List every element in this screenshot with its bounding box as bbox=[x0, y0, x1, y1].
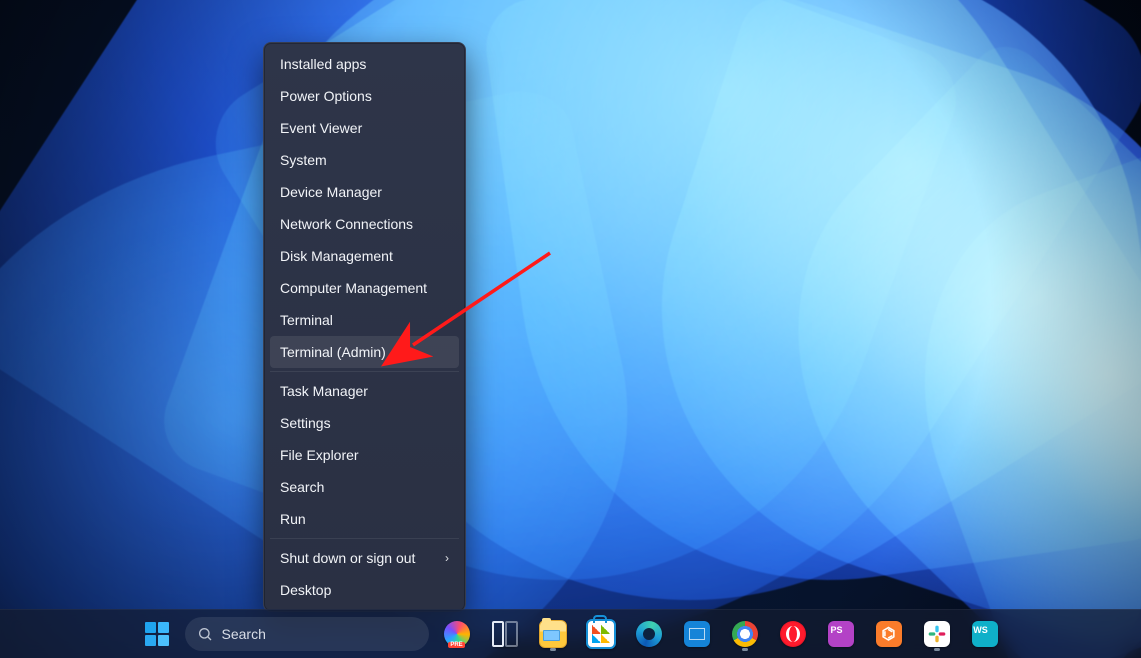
menu-item-label: Event Viewer bbox=[280, 120, 362, 136]
taskbar-opera[interactable] bbox=[773, 614, 813, 654]
taskbar-search[interactable]: Search bbox=[185, 617, 429, 651]
menu-item-label: Desktop bbox=[280, 582, 331, 598]
edge-icon bbox=[636, 621, 662, 647]
menu-item-label: Run bbox=[280, 511, 306, 527]
winx-context-menu: Installed apps Power Options Event Viewe… bbox=[263, 42, 466, 612]
taskbar-start-button[interactable] bbox=[137, 614, 177, 654]
menu-item-run[interactable]: Run bbox=[270, 503, 459, 535]
chrome-icon bbox=[732, 621, 758, 647]
menu-item-label: Settings bbox=[280, 415, 331, 431]
file-explorer-icon bbox=[539, 620, 567, 648]
taskview-icon bbox=[492, 621, 518, 647]
menu-item-label: System bbox=[280, 152, 327, 168]
taskbar: Search bbox=[0, 609, 1141, 658]
menu-item-label: Device Manager bbox=[280, 184, 382, 200]
menu-item-label: File Explorer bbox=[280, 447, 359, 463]
taskbar-windows-app[interactable] bbox=[677, 614, 717, 654]
menu-item-label: Power Options bbox=[280, 88, 372, 104]
menu-item-label: Network Connections bbox=[280, 216, 413, 232]
phpstorm-icon bbox=[828, 621, 854, 647]
taskbar-copilot[interactable] bbox=[437, 614, 477, 654]
taskbar-slack[interactable] bbox=[917, 614, 957, 654]
menu-separator bbox=[270, 371, 459, 372]
menu-item-installed-apps[interactable]: Installed apps bbox=[270, 48, 459, 80]
menu-item-system[interactable]: System bbox=[270, 144, 459, 176]
copilot-icon bbox=[444, 621, 470, 647]
chevron-right-icon: › bbox=[445, 551, 449, 565]
taskbar-chrome[interactable] bbox=[725, 614, 765, 654]
menu-item-label: Terminal (Admin) bbox=[280, 344, 386, 360]
menu-item-label: Disk Management bbox=[280, 248, 393, 264]
menu-item-shutdown-signout[interactable]: Shut down or sign out › bbox=[270, 542, 459, 574]
webstorm-icon bbox=[972, 621, 998, 647]
menu-item-search[interactable]: Search bbox=[270, 471, 459, 503]
microsoft-store-icon bbox=[586, 619, 616, 649]
menu-item-file-explorer[interactable]: File Explorer bbox=[270, 439, 459, 471]
taskbar-file-explorer[interactable] bbox=[533, 614, 573, 654]
taskbar-ms-store[interactable] bbox=[581, 614, 621, 654]
menu-item-network-connections[interactable]: Network Connections bbox=[270, 208, 459, 240]
desktop-wallpaper bbox=[0, 0, 1141, 658]
menu-item-label: Computer Management bbox=[280, 280, 427, 296]
taskbar-webstorm[interactable] bbox=[965, 614, 1005, 654]
menu-item-computer-management[interactable]: Computer Management bbox=[270, 272, 459, 304]
search-icon bbox=[197, 626, 213, 642]
menu-item-settings[interactable]: Settings bbox=[270, 407, 459, 439]
menu-item-terminal[interactable]: Terminal bbox=[270, 304, 459, 336]
windows-app-icon bbox=[684, 621, 710, 647]
menu-item-terminal-admin[interactable]: Terminal (Admin) bbox=[270, 336, 459, 368]
opera-icon bbox=[780, 621, 806, 647]
menu-item-task-manager[interactable]: Task Manager bbox=[270, 375, 459, 407]
menu-item-label: Installed apps bbox=[280, 56, 366, 72]
menu-item-device-manager[interactable]: Device Manager bbox=[270, 176, 459, 208]
menu-item-label: Task Manager bbox=[280, 383, 368, 399]
taskbar-search-placeholder: Search bbox=[222, 626, 266, 642]
windows-start-icon bbox=[145, 622, 169, 646]
menu-separator bbox=[270, 538, 459, 539]
taskbar-edge[interactable] bbox=[629, 614, 669, 654]
menu-item-label: Shut down or sign out bbox=[280, 550, 415, 566]
menu-item-event-viewer[interactable]: Event Viewer bbox=[270, 112, 459, 144]
taskbar-phpstorm[interactable] bbox=[821, 614, 861, 654]
slack-icon bbox=[924, 621, 950, 647]
menu-item-desktop[interactable]: Desktop bbox=[270, 574, 459, 606]
menu-item-disk-management[interactable]: Disk Management bbox=[270, 240, 459, 272]
menu-item-label: Search bbox=[280, 479, 324, 495]
menu-item-label: Terminal bbox=[280, 312, 333, 328]
taskbar-xampp[interactable] bbox=[869, 614, 909, 654]
menu-item-power-options[interactable]: Power Options bbox=[270, 80, 459, 112]
taskbar-taskview[interactable] bbox=[485, 614, 525, 654]
xampp-icon bbox=[876, 621, 902, 647]
